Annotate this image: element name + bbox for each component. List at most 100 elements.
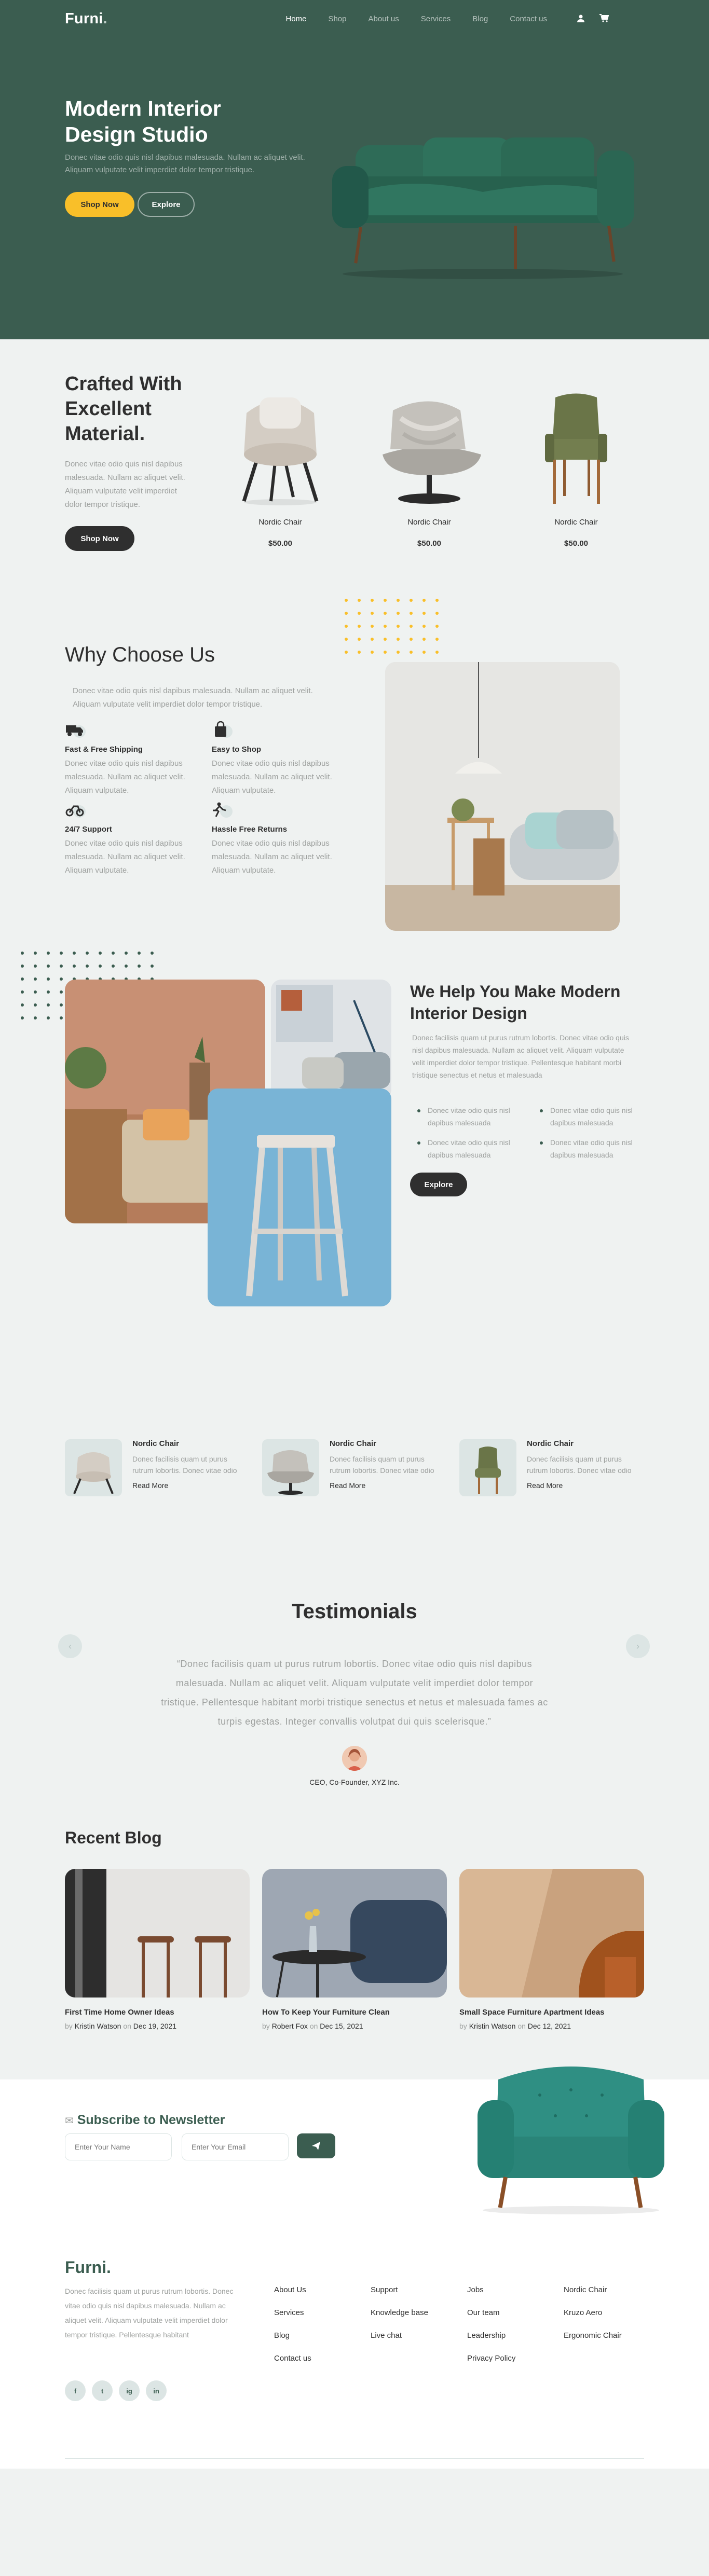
shop-now-button[interactable]: Shop Now bbox=[65, 192, 134, 217]
product-image bbox=[545, 393, 607, 504]
nav-icons bbox=[577, 14, 609, 23]
footer-link[interactable]: Support bbox=[371, 2285, 428, 2295]
bullet-item: Donec vitae odio quis nisl dapibus males… bbox=[538, 1104, 642, 1129]
footer-link[interactable]: Blog bbox=[274, 2331, 311, 2341]
footer-link[interactable]: Contact us bbox=[274, 2353, 311, 2364]
decorative-dot bbox=[21, 990, 24, 994]
prev-arrow-icon[interactable]: ‹ bbox=[58, 1634, 82, 1658]
decorative-dot bbox=[345, 599, 348, 602]
products-shop-now-button[interactable]: Shop Now bbox=[65, 526, 134, 551]
feature-support: 24/7 Support Donec vitae odio quis nisl … bbox=[65, 801, 195, 877]
social-links: f t ig in bbox=[65, 2380, 167, 2401]
nav-item-shop[interactable]: Shop bbox=[317, 15, 357, 23]
decorative-dot bbox=[34, 1016, 37, 1020]
truck-icon bbox=[66, 725, 83, 736]
blog-post-image bbox=[459, 1869, 644, 1998]
feature-text: Donec vitae odio quis nisl dapibus males… bbox=[65, 759, 185, 795]
footer-link[interactable]: Our team bbox=[467, 2308, 515, 2318]
footer-link[interactable]: About Us bbox=[274, 2285, 311, 2295]
facebook-icon[interactable]: f bbox=[65, 2380, 86, 2401]
testimonial-author: CEO, Co-Founder, XYZ Inc. bbox=[309, 1778, 400, 1786]
decorative-dot bbox=[34, 977, 37, 981]
blog-post-title[interactable]: First Time Home Owner Ideas bbox=[65, 2008, 250, 2017]
nav-item-blog[interactable]: Blog bbox=[461, 15, 499, 23]
decorative-dot bbox=[345, 612, 348, 615]
popular-product-text: Donec facilisis quam ut purus rutrum lob… bbox=[132, 1455, 237, 1475]
testimonials-section: Testimonials ‹ › “Donec facilisis quam u… bbox=[0, 1576, 709, 1810]
popular-product-name: Nordic Chair bbox=[330, 1439, 377, 1448]
product-image bbox=[242, 397, 319, 505]
help-explore-button[interactable]: Explore bbox=[410, 1173, 467, 1196]
footer-link[interactable]: Live chat bbox=[371, 2331, 428, 2341]
newsletter-armchair-image bbox=[478, 2067, 664, 2214]
blog-post-title[interactable]: How To Keep Your Furniture Clean bbox=[262, 2008, 447, 2017]
blog-post[interactable]: How To Keep Your Furniture Clean by Robe… bbox=[262, 1869, 447, 2030]
instagram-icon[interactable]: ig bbox=[119, 2380, 140, 2401]
product-price: $50.00 bbox=[268, 539, 292, 548]
product-price: $50.00 bbox=[417, 539, 441, 548]
decorative-dot bbox=[435, 625, 439, 628]
feature-title: Hassle Free Returns bbox=[212, 825, 288, 834]
read-more-link[interactable]: Read More bbox=[527, 1481, 563, 1490]
decorative-dot bbox=[410, 612, 413, 615]
why-image bbox=[385, 662, 620, 931]
decorative-dot bbox=[99, 952, 102, 955]
decorative-dot bbox=[21, 977, 24, 981]
feature-text: Donec vitae odio quis nisl dapibus males… bbox=[212, 759, 332, 795]
product-card[interactable]: Nordic Chair $50.00 bbox=[221, 382, 340, 548]
brand-logo[interactable]: Furni. bbox=[65, 10, 107, 27]
newsletter-submit-button[interactable] bbox=[297, 2133, 335, 2158]
decorative-dot bbox=[60, 1016, 63, 1020]
decorative-dot bbox=[60, 965, 63, 968]
decorative-dot bbox=[34, 952, 37, 955]
blog-post[interactable]: First Time Home Owner Ideas by Kristin W… bbox=[65, 1869, 250, 2030]
footer-link[interactable]: Services bbox=[274, 2308, 311, 2318]
read-more-link[interactable]: Read More bbox=[330, 1481, 365, 1490]
decorative-dot bbox=[371, 612, 374, 615]
newsletter-email-input[interactable] bbox=[182, 2133, 289, 2160]
nav-item-contact[interactable]: Contact us bbox=[499, 15, 558, 23]
blog-post-title[interactable]: Small Space Furniture Apartment Ideas bbox=[459, 2008, 644, 2017]
blog-section: Recent Blog First Time Home Owner Ideas … bbox=[0, 1810, 709, 2079]
decorative-dot bbox=[112, 965, 115, 968]
product-card[interactable]: Nordic Chair $50.00 bbox=[370, 382, 489, 548]
footer-link[interactable]: Leadership bbox=[467, 2331, 515, 2341]
decorative-dot bbox=[47, 1003, 50, 1007]
next-arrow-icon[interactable]: › bbox=[626, 1634, 650, 1658]
footer-logo[interactable]: Furni. bbox=[65, 2258, 111, 2277]
decorative-dot bbox=[345, 638, 348, 641]
footer-link[interactable]: Nordic Chair bbox=[564, 2285, 622, 2295]
twitter-icon[interactable]: t bbox=[92, 2380, 113, 2401]
blog-post-meta: by Kristin Watson on Dec 12, 2021 bbox=[459, 2022, 571, 2030]
nav-item-about[interactable]: About us bbox=[358, 15, 410, 23]
blog-post-meta: by Robert Fox on Dec 15, 2021 bbox=[262, 2022, 363, 2030]
help-image-3 bbox=[208, 1089, 391, 1306]
feature-title: Easy to Shop bbox=[212, 745, 262, 754]
newsletter-name-input[interactable] bbox=[65, 2133, 172, 2160]
hero-section: Furni. Home Shop About us Services Blog … bbox=[0, 0, 709, 339]
decorative-dot bbox=[151, 952, 154, 955]
hero-sofa-image bbox=[332, 137, 634, 279]
feature-shipping: Fast & Free Shipping Donec vitae odio qu… bbox=[65, 721, 195, 797]
footer-link[interactable]: Privacy Policy bbox=[467, 2353, 515, 2364]
decorative-dot bbox=[21, 1016, 24, 1020]
footer-link[interactable]: Knowledge base bbox=[371, 2308, 428, 2318]
decorative-dot bbox=[397, 612, 400, 615]
nav-item-home[interactable]: Home bbox=[275, 15, 317, 23]
footer-link[interactable]: Ergonomic Chair bbox=[564, 2331, 622, 2341]
why-title: Why Choose Us bbox=[65, 643, 215, 666]
product-name: Nordic Chair bbox=[407, 518, 451, 527]
read-more-link[interactable]: Read More bbox=[132, 1481, 168, 1490]
explore-button[interactable]: Explore bbox=[138, 192, 195, 217]
footer-link[interactable]: Jobs bbox=[467, 2285, 515, 2295]
footer-link[interactable]: Kruzo Aero bbox=[564, 2308, 622, 2318]
nav-item-services[interactable]: Services bbox=[410, 15, 462, 23]
linkedin-icon[interactable]: in bbox=[146, 2380, 167, 2401]
cart-icon[interactable] bbox=[599, 14, 609, 23]
decorative-dot bbox=[21, 1003, 24, 1007]
blog-post[interactable]: Small Space Furniture Apartment Ideas by… bbox=[459, 1869, 644, 2030]
product-card[interactable]: Nordic Chair $50.00 bbox=[516, 382, 636, 548]
user-icon[interactable] bbox=[577, 14, 586, 23]
brand-dot: . bbox=[103, 10, 107, 27]
products-section: Crafted With Excellent Material. Donec vit… bbox=[0, 339, 709, 599]
